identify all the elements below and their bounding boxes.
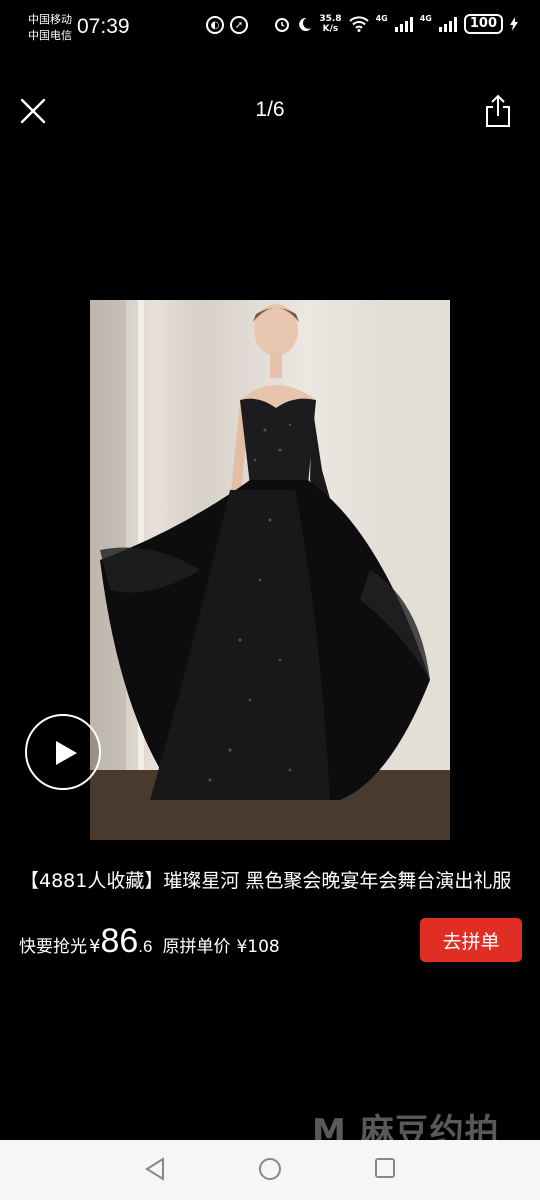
original-price: ¥108: [236, 937, 280, 957]
price-row: 快要抢光 ¥ 86 .6 原拼单价 ¥108: [19, 922, 280, 961]
image-counter: 1/6: [255, 98, 285, 121]
charging-icon: [510, 17, 518, 31]
carrier-info: 中国移动 中国电信: [28, 12, 72, 44]
back-nav-icon[interactable]: [144, 1157, 166, 1181]
play-icon: [56, 741, 77, 765]
alarm-icon: [275, 18, 290, 32]
gown-illustration: [90, 300, 450, 840]
home-nav-icon[interactable]: [258, 1157, 282, 1181]
product-image[interactable]: [90, 300, 450, 840]
battery-icon: 100: [463, 14, 503, 34]
hd-call-icon: ◐: [206, 16, 224, 34]
wifi-icon: [348, 16, 369, 32]
price-decimal: .6: [138, 937, 153, 956]
status-bar: 中国移动 中国电信 07:39 ◐ ➚ 35.8 K/s 4G 4G 100: [0, 0, 540, 56]
price-integer: 86: [100, 922, 139, 960]
price-label: 快要抢光: [19, 937, 87, 957]
speed-unit: K/s: [322, 24, 339, 34]
speed-icon: ➚: [230, 16, 248, 34]
network-type-1: 4G: [375, 14, 388, 23]
carrier-2: 中国电信: [28, 29, 72, 42]
carrier-1: 中国移动: [28, 13, 72, 26]
product-title[interactable]: 【4881人收藏】璀璨星河 黑色聚会晚宴年会舞台演出礼服: [20, 866, 520, 893]
system-nav-bar: [0, 1140, 540, 1200]
currency-symbol: ¥: [89, 936, 101, 957]
moon-icon: [299, 17, 312, 31]
recents-nav-icon[interactable]: [374, 1157, 396, 1179]
group-buy-button[interactable]: 去拼单: [420, 918, 522, 962]
signal-icon-2: [438, 16, 457, 32]
network-type-2: 4G: [419, 14, 432, 23]
clock: 07:39: [77, 15, 130, 38]
original-price-label: 原拼单价: [162, 937, 231, 957]
signal-icon: [394, 16, 413, 32]
share-icon[interactable]: [484, 94, 512, 128]
speed-value: 35.8: [319, 14, 342, 24]
network-speed: 35.8 K/s: [319, 14, 341, 34]
play-video-button[interactable]: [25, 714, 101, 790]
